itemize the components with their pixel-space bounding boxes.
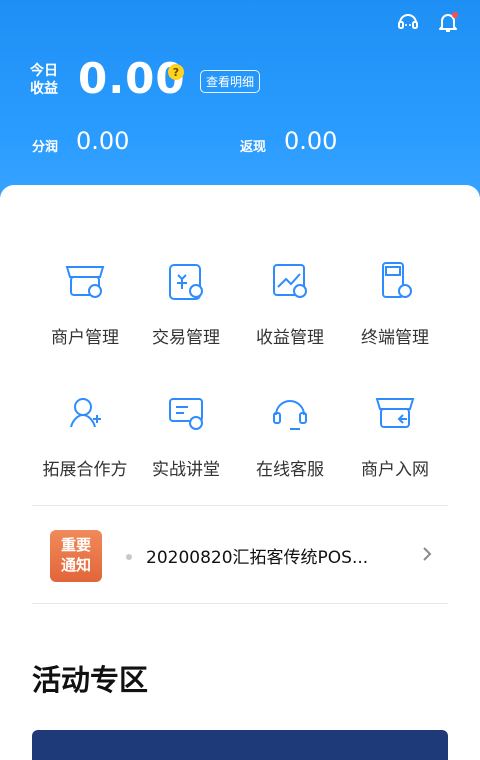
menu-item-label: 拓展合作方	[42, 460, 128, 480]
menu-item-label: 收益管理	[256, 328, 324, 348]
merchant-join-icon	[371, 389, 419, 437]
activity-section-title: 活动专区	[32, 663, 149, 697]
partner-expand-icon	[61, 389, 109, 437]
headset-icon[interactable]	[394, 8, 422, 36]
notice-badge: 重要 通知	[50, 530, 102, 582]
menu-item-label: 在线客服	[256, 460, 324, 480]
classroom-icon	[162, 389, 210, 437]
terminal-manage-icon	[371, 257, 419, 305]
transaction-manage-icon	[162, 257, 210, 305]
menu-item-partner-expand[interactable]: 拓展合作方	[30, 389, 140, 480]
menu-item-label: 商户管理	[51, 328, 119, 348]
menu-item-merchant-manage[interactable]: 商户管理	[30, 257, 140, 348]
menu-item-label: 终端管理	[361, 328, 429, 348]
menu-item-label: 商户入网	[361, 460, 429, 480]
menu-item-earnings-manage[interactable]: 收益管理	[235, 257, 345, 348]
menu-item-terminal-manage[interactable]: 终端管理	[340, 257, 450, 348]
notice-dot	[126, 554, 132, 560]
chevron-right-icon[interactable]	[420, 545, 434, 567]
menu-item-transaction-manage[interactable]: 交易管理	[131, 257, 241, 348]
bell-icon[interactable]	[434, 8, 462, 36]
menu-item-label: 实战讲堂	[152, 460, 220, 480]
menu-item-customer-service[interactable]: 在线客服	[235, 389, 345, 480]
divider	[32, 505, 448, 506]
merchant-manage-icon	[61, 257, 109, 305]
fanxian-value: 0.00	[284, 127, 338, 155]
menu-item-classroom[interactable]: 实战讲堂	[131, 389, 241, 480]
today-earnings-label: 今日 收益	[30, 63, 58, 97]
earnings-manage-icon	[266, 257, 314, 305]
customer-service-icon	[266, 389, 314, 437]
help-icon[interactable]: ?	[168, 64, 184, 80]
fanxian-label: 返现	[240, 140, 267, 155]
fenrun-label: 分润	[32, 140, 59, 155]
menu-item-merchant-join[interactable]: 商户入网	[340, 389, 450, 480]
main-card: 商户管理 交易管理 收益管理 终端管理 拓展合作方 实战讲堂 在线客服 商户入网…	[0, 185, 480, 760]
view-details-button[interactable]: 查看明细	[200, 70, 261, 93]
today-earnings-value: 0.00	[78, 54, 186, 103]
divider	[32, 603, 448, 604]
notice-text[interactable]: 20200820汇拓客传统POS...	[146, 543, 416, 568]
menu-item-label: 交易管理	[152, 328, 220, 348]
activity-banner[interactable]	[32, 730, 448, 760]
fenrun-value: 0.00	[76, 127, 130, 155]
